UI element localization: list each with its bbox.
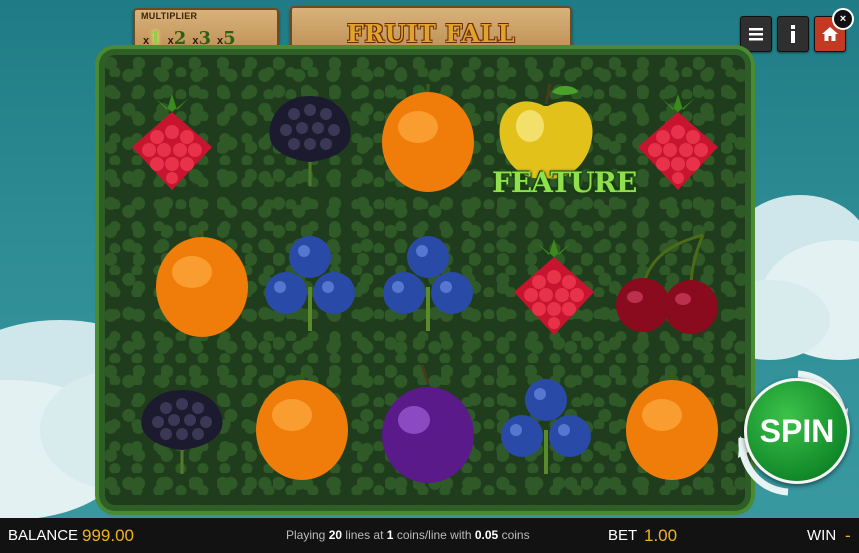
multiplier-x3: x3 <box>192 28 211 49</box>
symbol-orange <box>244 360 360 490</box>
bet-label[interactable]: BET <box>608 527 637 544</box>
symbol-blackberry <box>252 72 368 202</box>
bet-info-text: Playing 20 lines at 1 coins/line with 0.… <box>286 528 530 542</box>
win-value: - <box>845 526 851 545</box>
symbol-blackberry <box>124 360 240 490</box>
spin-control[interactable]: SPIN <box>738 368 850 498</box>
multiplier-panel: MULTIPLIER x1 x2 x3 x5 <box>133 8 279 62</box>
balance-label: BALANCE <box>8 527 79 544</box>
balance-value: 999.00 <box>82 526 134 545</box>
symbol-raspberry <box>114 72 230 202</box>
symbol-cherry <box>610 217 726 347</box>
game-title-panel: FRUIT FALL FORTUNES <box>290 6 572 77</box>
info-button[interactable] <box>777 16 809 52</box>
multiplier-title: MULTIPLIER <box>141 11 198 21</box>
multiplier-x5: x5 <box>216 28 236 49</box>
status-bar: BALANCE 999.00 Playing 20 lines at 1 coi… <box>0 518 859 553</box>
symbol-blueberry <box>252 217 368 347</box>
feature-label: FEATURE <box>492 166 637 199</box>
symbol-blueberry <box>370 217 486 347</box>
reel-grid <box>114 72 738 497</box>
symbol-plum <box>370 360 486 490</box>
menu-button[interactable] <box>740 16 772 52</box>
close-button[interactable]: × <box>832 8 854 30</box>
bet-value[interactable]: 1.00 <box>644 526 677 546</box>
multiplier-x2: x2 <box>167 28 187 49</box>
symbol-blueberry <box>488 360 604 490</box>
symbol-orange <box>614 360 730 490</box>
info-icon <box>791 25 795 43</box>
multiplier-x1: x1 <box>143 28 162 49</box>
symbol-raspberry <box>496 217 612 347</box>
spin-button[interactable]: SPIN <box>744 378 850 484</box>
symbol-orange <box>144 217 260 347</box>
hamburger-icon <box>749 28 763 41</box>
win-label: WIN <box>807 527 837 544</box>
symbol-orange <box>370 72 486 202</box>
symbol-raspberry <box>620 72 736 202</box>
